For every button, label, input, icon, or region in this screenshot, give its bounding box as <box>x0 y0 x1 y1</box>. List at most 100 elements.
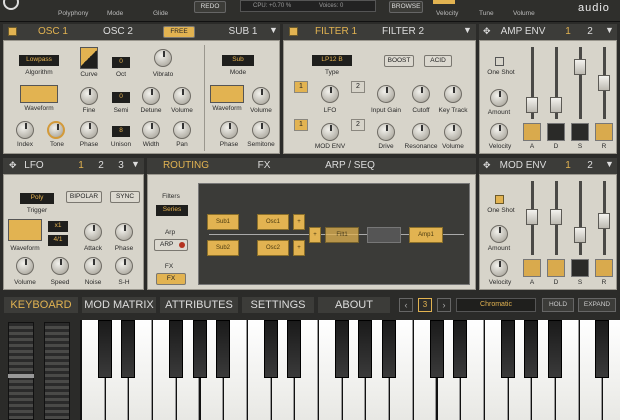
route-sub2[interactable]: Sub2 <box>207 240 239 256</box>
tab-fx[interactable]: FX <box>227 158 301 174</box>
mod-env-tab-1[interactable]: 1 <box>561 158 575 174</box>
scale-selector[interactable]: Chromatic <box>456 298 536 312</box>
tab-osc1[interactable]: OSC 1 <box>23 24 83 40</box>
sync-button[interactable]: SYNC <box>110 191 140 203</box>
amp-amount-knob[interactable] <box>490 89 508 107</box>
lfo-attack-knob[interactable] <box>84 223 102 241</box>
fine-knob[interactable] <box>80 87 98 105</box>
free-button[interactable]: FREE <box>163 26 195 38</box>
mod-sustain-fader[interactable] <box>574 227 586 243</box>
tab-filter2[interactable]: FILTER 2 <box>373 24 433 40</box>
algorithm-display[interactable]: Lowpass <box>19 55 59 66</box>
detune-knob[interactable] <box>142 87 160 105</box>
semi-display[interactable]: 0 <box>112 92 130 103</box>
amp-env-dropdown-icon[interactable]: ▼ <box>605 25 614 35</box>
black-key[interactable] <box>97 320 112 378</box>
sub-phase-knob[interactable] <box>220 121 238 139</box>
mod-env-tab-2[interactable]: 2 <box>583 158 597 174</box>
lfo-sh-knob[interactable] <box>115 257 133 275</box>
semitone-knob[interactable] <box>252 121 270 139</box>
fx-toggle[interactable]: FX <box>156 273 186 285</box>
tab-sub1[interactable]: SUB 1 <box>223 24 263 40</box>
tab-mod-matrix[interactable]: MOD MATRIX <box>82 297 156 313</box>
lfo-tab-1[interactable]: 1 <box>75 158 87 174</box>
lfo-amount-knob[interactable] <box>321 85 339 103</box>
black-key[interactable] <box>287 320 302 378</box>
mod-release-curve[interactable] <box>595 259 613 277</box>
redo-button[interactable]: REDO <box>194 1 226 13</box>
lfo-tab-3[interactable]: 3 <box>115 158 127 174</box>
mod-sustain-curve[interactable] <box>571 259 589 277</box>
resonance-knob[interactable] <box>412 123 430 141</box>
black-key[interactable] <box>524 320 539 378</box>
mod-wheel[interactable] <box>44 322 70 420</box>
route-mix-2[interactable]: + <box>293 240 305 256</box>
black-key[interactable] <box>168 320 183 378</box>
mod-decay-fader[interactable] <box>550 209 562 225</box>
index-knob[interactable] <box>16 121 34 139</box>
mod-velocity-knob[interactable] <box>490 259 508 277</box>
tab-keyboard[interactable]: KEYBOARD <box>4 297 78 313</box>
hold-button[interactable]: HOLD <box>542 298 574 312</box>
mod-env-dropdown-icon[interactable]: ▼ <box>605 159 614 169</box>
lfo-tab-2[interactable]: 2 <box>95 158 107 174</box>
lfo-waveform-display[interactable] <box>8 219 42 241</box>
route-osc1[interactable]: Osc1 <box>257 214 289 230</box>
route-mix-3[interactable]: + <box>309 227 321 243</box>
amp-oneshot-checkbox[interactable] <box>495 57 504 66</box>
lfo-slot-1[interactable]: 1 <box>294 81 308 93</box>
octave-down-icon[interactable]: ‹ <box>399 298 413 312</box>
tab-filter1[interactable]: FILTER 1 <box>305 24 367 40</box>
lfo-noise-knob[interactable] <box>84 257 102 275</box>
tab-attributes[interactable]: ATTRIBUTES <box>160 297 238 313</box>
lfo-volume-knob[interactable] <box>16 257 34 275</box>
vibrato-knob[interactable] <box>154 49 172 67</box>
amp-decay-fader[interactable] <box>550 97 562 113</box>
amp-env-expand-icon[interactable]: ✥ <box>483 26 491 37</box>
osc-enable-checkbox[interactable] <box>8 27 17 36</box>
mod-oneshot-checkbox[interactable] <box>495 195 504 204</box>
lfo-dropdown-icon[interactable]: ▼ <box>131 159 140 169</box>
lfo-ratio-display[interactable]: 4/1 <box>48 235 68 246</box>
amp-release-fader[interactable] <box>598 75 610 91</box>
amp-decay-curve[interactable] <box>547 123 565 141</box>
amp-release-curve[interactable] <box>595 123 613 141</box>
key-track-knob[interactable] <box>444 85 462 103</box>
route-osc2[interactable]: Osc2 <box>257 240 289 256</box>
black-key[interactable] <box>121 320 136 378</box>
phase-knob[interactable] <box>80 121 98 139</box>
amp-sustain-curve[interactable] <box>571 123 589 141</box>
black-key[interactable] <box>453 320 468 378</box>
tab-arp-seq[interactable]: ARP / SEQ <box>305 158 395 174</box>
lfo-expand-icon[interactable]: ✥ <box>9 160 17 171</box>
cutoff-knob[interactable] <box>412 85 430 103</box>
mod-amount-knob[interactable] <box>490 225 508 243</box>
black-key[interactable] <box>358 320 373 378</box>
lfo-speed-knob[interactable] <box>51 257 69 275</box>
curve-display[interactable] <box>80 47 98 69</box>
tab-settings[interactable]: SETTINGS <box>242 297 314 313</box>
black-key[interactable] <box>595 320 610 378</box>
amp-sustain-fader[interactable] <box>574 59 586 75</box>
black-key[interactable] <box>192 320 207 378</box>
input-gain-knob[interactable] <box>377 85 395 103</box>
oct-display[interactable]: 0 <box>112 57 130 68</box>
filter-dropdown-icon[interactable]: ▼ <box>463 25 472 35</box>
octave-up-icon[interactable]: › <box>437 298 451 312</box>
black-key[interactable] <box>500 320 515 378</box>
tab-osc2[interactable]: OSC 2 <box>93 24 143 40</box>
route-filt1[interactable]: Filt1 <box>325 227 359 243</box>
sub-mode-display[interactable]: Sub <box>222 55 254 66</box>
amp-attack-fader[interactable] <box>526 97 538 113</box>
bipolar-button[interactable]: BIPOLAR <box>66 191 102 203</box>
route-mix-1[interactable]: + <box>293 214 305 230</box>
drive-knob[interactable] <box>377 123 395 141</box>
modenv-slot-2[interactable]: 2 <box>351 119 365 131</box>
mod-decay-curve[interactable] <box>547 259 565 277</box>
unison-display[interactable]: 8 <box>112 126 130 137</box>
pitch-wheel[interactable] <box>8 322 34 420</box>
lfo-slot-2[interactable]: 2 <box>351 81 365 93</box>
tone-knob[interactable] <box>47 121 65 139</box>
tab-routing[interactable]: ROUTING <box>149 158 223 174</box>
filter-volume-knob[interactable] <box>444 123 462 141</box>
